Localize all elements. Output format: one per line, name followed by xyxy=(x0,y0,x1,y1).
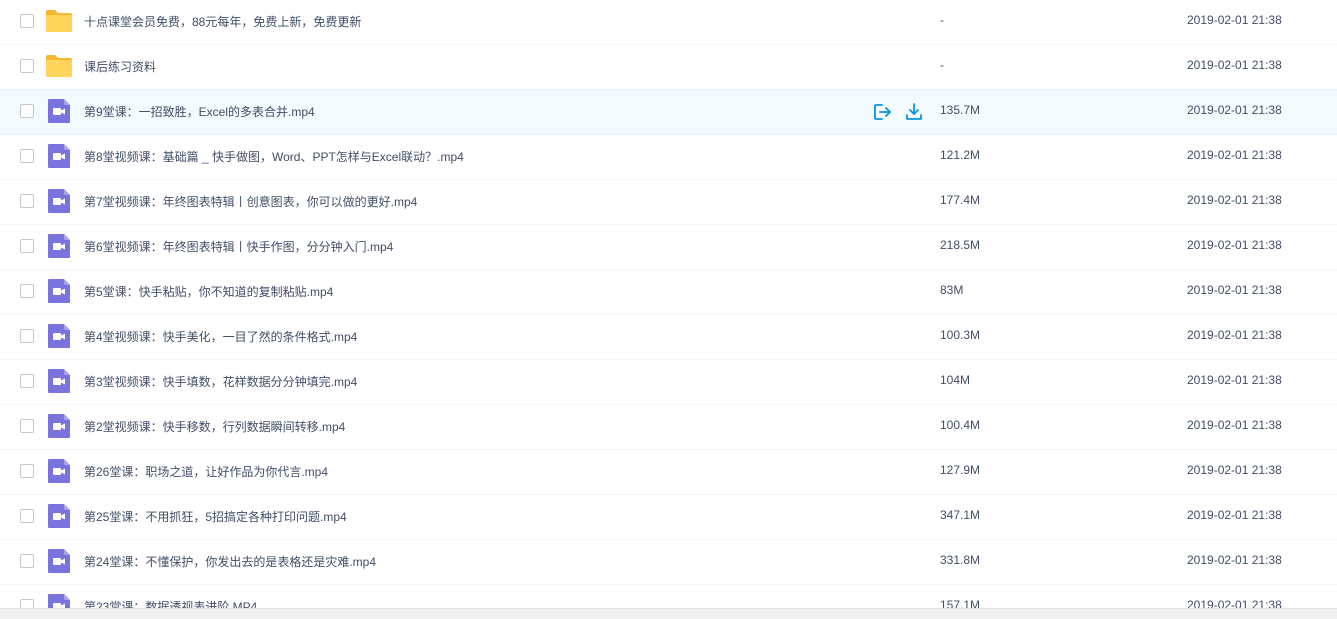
file-name-link[interactable]: 课后练习资料 xyxy=(84,58,156,75)
file-name-link[interactable]: 第6堂视频课：年终图表特辑丨快手作图，分分钟入门.mp4 xyxy=(84,238,393,255)
row-actions xyxy=(872,102,932,122)
row-checkbox[interactable] xyxy=(20,329,34,343)
download-icon xyxy=(904,103,924,125)
video-file-icon xyxy=(45,458,73,484)
modified-time: 2019-02-01 21:38 xyxy=(1187,13,1282,27)
folder-icon xyxy=(45,8,73,34)
video-file-icon xyxy=(45,413,73,439)
share-button[interactable] xyxy=(872,102,892,122)
video-file-icon xyxy=(45,278,73,304)
file-name-link[interactable]: 第2堂视频课：快手移数，行列数据瞬间转移.mp4 xyxy=(84,418,345,435)
file-size: 157.1M xyxy=(940,598,981,608)
file-size: 331.8M xyxy=(940,553,981,567)
file-size: 218.5M xyxy=(940,238,981,252)
file-name-link[interactable]: 第3堂视频课：快手填数，花样数据分分钟填完.mp4 xyxy=(84,373,357,390)
file-row[interactable]: 第25堂课：不用抓狂，5招搞定各种打印问题.mp4 347.1M 2019-02-0… xyxy=(0,495,1337,540)
video-file-icon xyxy=(45,503,73,529)
row-checkbox[interactable] xyxy=(20,284,34,298)
row-checkbox[interactable] xyxy=(20,14,34,28)
file-size: 100.3M xyxy=(940,328,981,342)
file-row[interactable]: 第26堂课：职场之道，让好作品为你代言.mp4 127.9M 2019-02-01 … xyxy=(0,450,1337,495)
video-file-icon xyxy=(45,593,73,608)
file-size: 347.1M xyxy=(940,508,981,522)
file-name-link[interactable]: 第9堂课：一招致胜，Excel的多表合并.mp4 xyxy=(84,103,315,120)
file-row[interactable]: 第7堂视频课：年终图表特辑丨创意图表，你可以做的更好.mp4 177.4M 2019… xyxy=(0,180,1337,225)
modified-time: 2019-02-01 21:38 xyxy=(1187,373,1282,387)
horizontal-scrollbar[interactable] xyxy=(0,608,1337,619)
row-checkbox[interactable] xyxy=(20,104,34,118)
modified-time: 2019-02-01 21:38 xyxy=(1187,193,1282,207)
video-file-icon xyxy=(45,188,73,214)
file-size: 177.4M xyxy=(940,193,981,207)
folder-row[interactable]: 课后练习资料 - 2019-02-01 21:38 xyxy=(0,45,1337,90)
file-size: 100.4M xyxy=(940,418,981,432)
modified-time: 2019-02-01 21:38 xyxy=(1187,463,1282,477)
row-checkbox[interactable] xyxy=(20,374,34,388)
video-file-icon xyxy=(45,233,73,259)
row-checkbox[interactable] xyxy=(20,419,34,433)
file-name-link[interactable]: 第25堂课：不用抓狂，5招搞定各种打印问题.mp4 xyxy=(84,508,347,525)
folder-icon xyxy=(45,53,73,79)
share-icon xyxy=(872,104,892,125)
file-row[interactable]: 第9堂课：一招致胜，Excel的多表合并.mp4 135.7M 2019-02-01… xyxy=(0,89,1337,135)
file-list: 十点课堂会员免费，88元每年，免费上新，免费更新 - 2019-02-01 21:3… xyxy=(0,0,1337,608)
video-file-icon xyxy=(45,548,73,574)
file-row[interactable]: 第3堂视频课：快手填数，花样数据分分钟填完.mp4 104M 2019-02-01 … xyxy=(0,360,1337,405)
file-size: 121.2M xyxy=(940,148,981,162)
video-file-icon xyxy=(45,98,73,124)
folder-row[interactable]: 十点课堂会员免费，88元每年，免费上新，免费更新 - 2019-02-01 21:3… xyxy=(0,0,1337,45)
download-button[interactable] xyxy=(904,102,924,122)
video-file-icon xyxy=(45,323,73,349)
video-file-icon xyxy=(45,368,73,394)
modified-time: 2019-02-01 21:38 xyxy=(1187,238,1282,252)
file-name-link[interactable]: 第26堂课：职场之道，让好作品为你代言.mp4 xyxy=(84,463,328,480)
modified-time: 2019-02-01 21:38 xyxy=(1187,58,1282,72)
file-row[interactable]: 第4堂视频课：快手美化，一目了然的条件格式.mp4 100.3M 2019-02-0… xyxy=(0,315,1337,360)
file-name-link[interactable]: 第5堂课：快手粘贴，你不知道的复制粘贴.mp4 xyxy=(84,283,333,300)
row-checkbox[interactable] xyxy=(20,239,34,253)
video-file-icon xyxy=(45,143,73,169)
file-row[interactable]: 第24堂课：不懂保护，你发出去的是表格还是灾难.mp4 331.8M 2019-02… xyxy=(0,540,1337,585)
modified-time: 2019-02-01 21:38 xyxy=(1187,418,1282,432)
modified-time: 2019-02-01 21:38 xyxy=(1187,148,1282,162)
modified-time: 2019-02-01 21:38 xyxy=(1187,328,1282,342)
file-size: 104M xyxy=(940,373,971,387)
row-checkbox[interactable] xyxy=(20,59,34,73)
file-size: - xyxy=(940,58,944,72)
file-name-link[interactable]: 十点课堂会员免费，88元每年，免费上新，免费更新 xyxy=(84,13,361,30)
file-name-link[interactable]: 第4堂视频课：快手美化，一目了然的条件格式.mp4 xyxy=(84,328,357,345)
file-row[interactable]: 第5堂课：快手粘贴，你不知道的复制粘贴.mp4 83M 2019-02-01 21:… xyxy=(0,270,1337,315)
file-name-link[interactable]: 第8堂视频课：基础篇 _ 快手做图，Word、PPT怎样与Excel联动？.mp… xyxy=(84,148,464,165)
file-size: 135.7M xyxy=(940,103,981,117)
row-checkbox[interactable] xyxy=(20,194,34,208)
file-size: 83M xyxy=(940,283,964,297)
file-size: 127.9M xyxy=(940,463,981,477)
file-row[interactable]: 第23堂课：数据透视表进阶.MP4 157.1M 2019-02-01 21:38 xyxy=(0,585,1337,608)
row-checkbox[interactable] xyxy=(20,554,34,568)
row-checkbox[interactable] xyxy=(20,464,34,478)
row-checkbox[interactable] xyxy=(20,599,34,608)
modified-time: 2019-02-01 21:38 xyxy=(1187,103,1282,117)
modified-time: 2019-02-01 21:38 xyxy=(1187,598,1282,608)
modified-time: 2019-02-01 21:38 xyxy=(1187,283,1282,297)
file-row[interactable]: 第2堂视频课：快手移数，行列数据瞬间转移.mp4 100.4M 2019-02-01… xyxy=(0,405,1337,450)
row-checkbox[interactable] xyxy=(20,149,34,163)
file-name-link[interactable]: 第7堂视频课：年终图表特辑丨创意图表，你可以做的更好.mp4 xyxy=(84,193,417,210)
modified-time: 2019-02-01 21:38 xyxy=(1187,508,1282,522)
file-name-link[interactable]: 第24堂课：不懂保护，你发出去的是表格还是灾难.mp4 xyxy=(84,553,376,570)
file-size: - xyxy=(940,13,944,27)
file-name-link[interactable]: 第23堂课：数据透视表进阶.MP4 xyxy=(84,598,257,608)
file-row[interactable]: 第8堂视频课：基础篇 _ 快手做图，Word、PPT怎样与Excel联动？.mp… xyxy=(0,135,1337,180)
modified-time: 2019-02-01 21:38 xyxy=(1187,553,1282,567)
file-row[interactable]: 第6堂视频课：年终图表特辑丨快手作图，分分钟入门.mp4 218.5M 2019-0… xyxy=(0,225,1337,270)
row-checkbox[interactable] xyxy=(20,509,34,523)
